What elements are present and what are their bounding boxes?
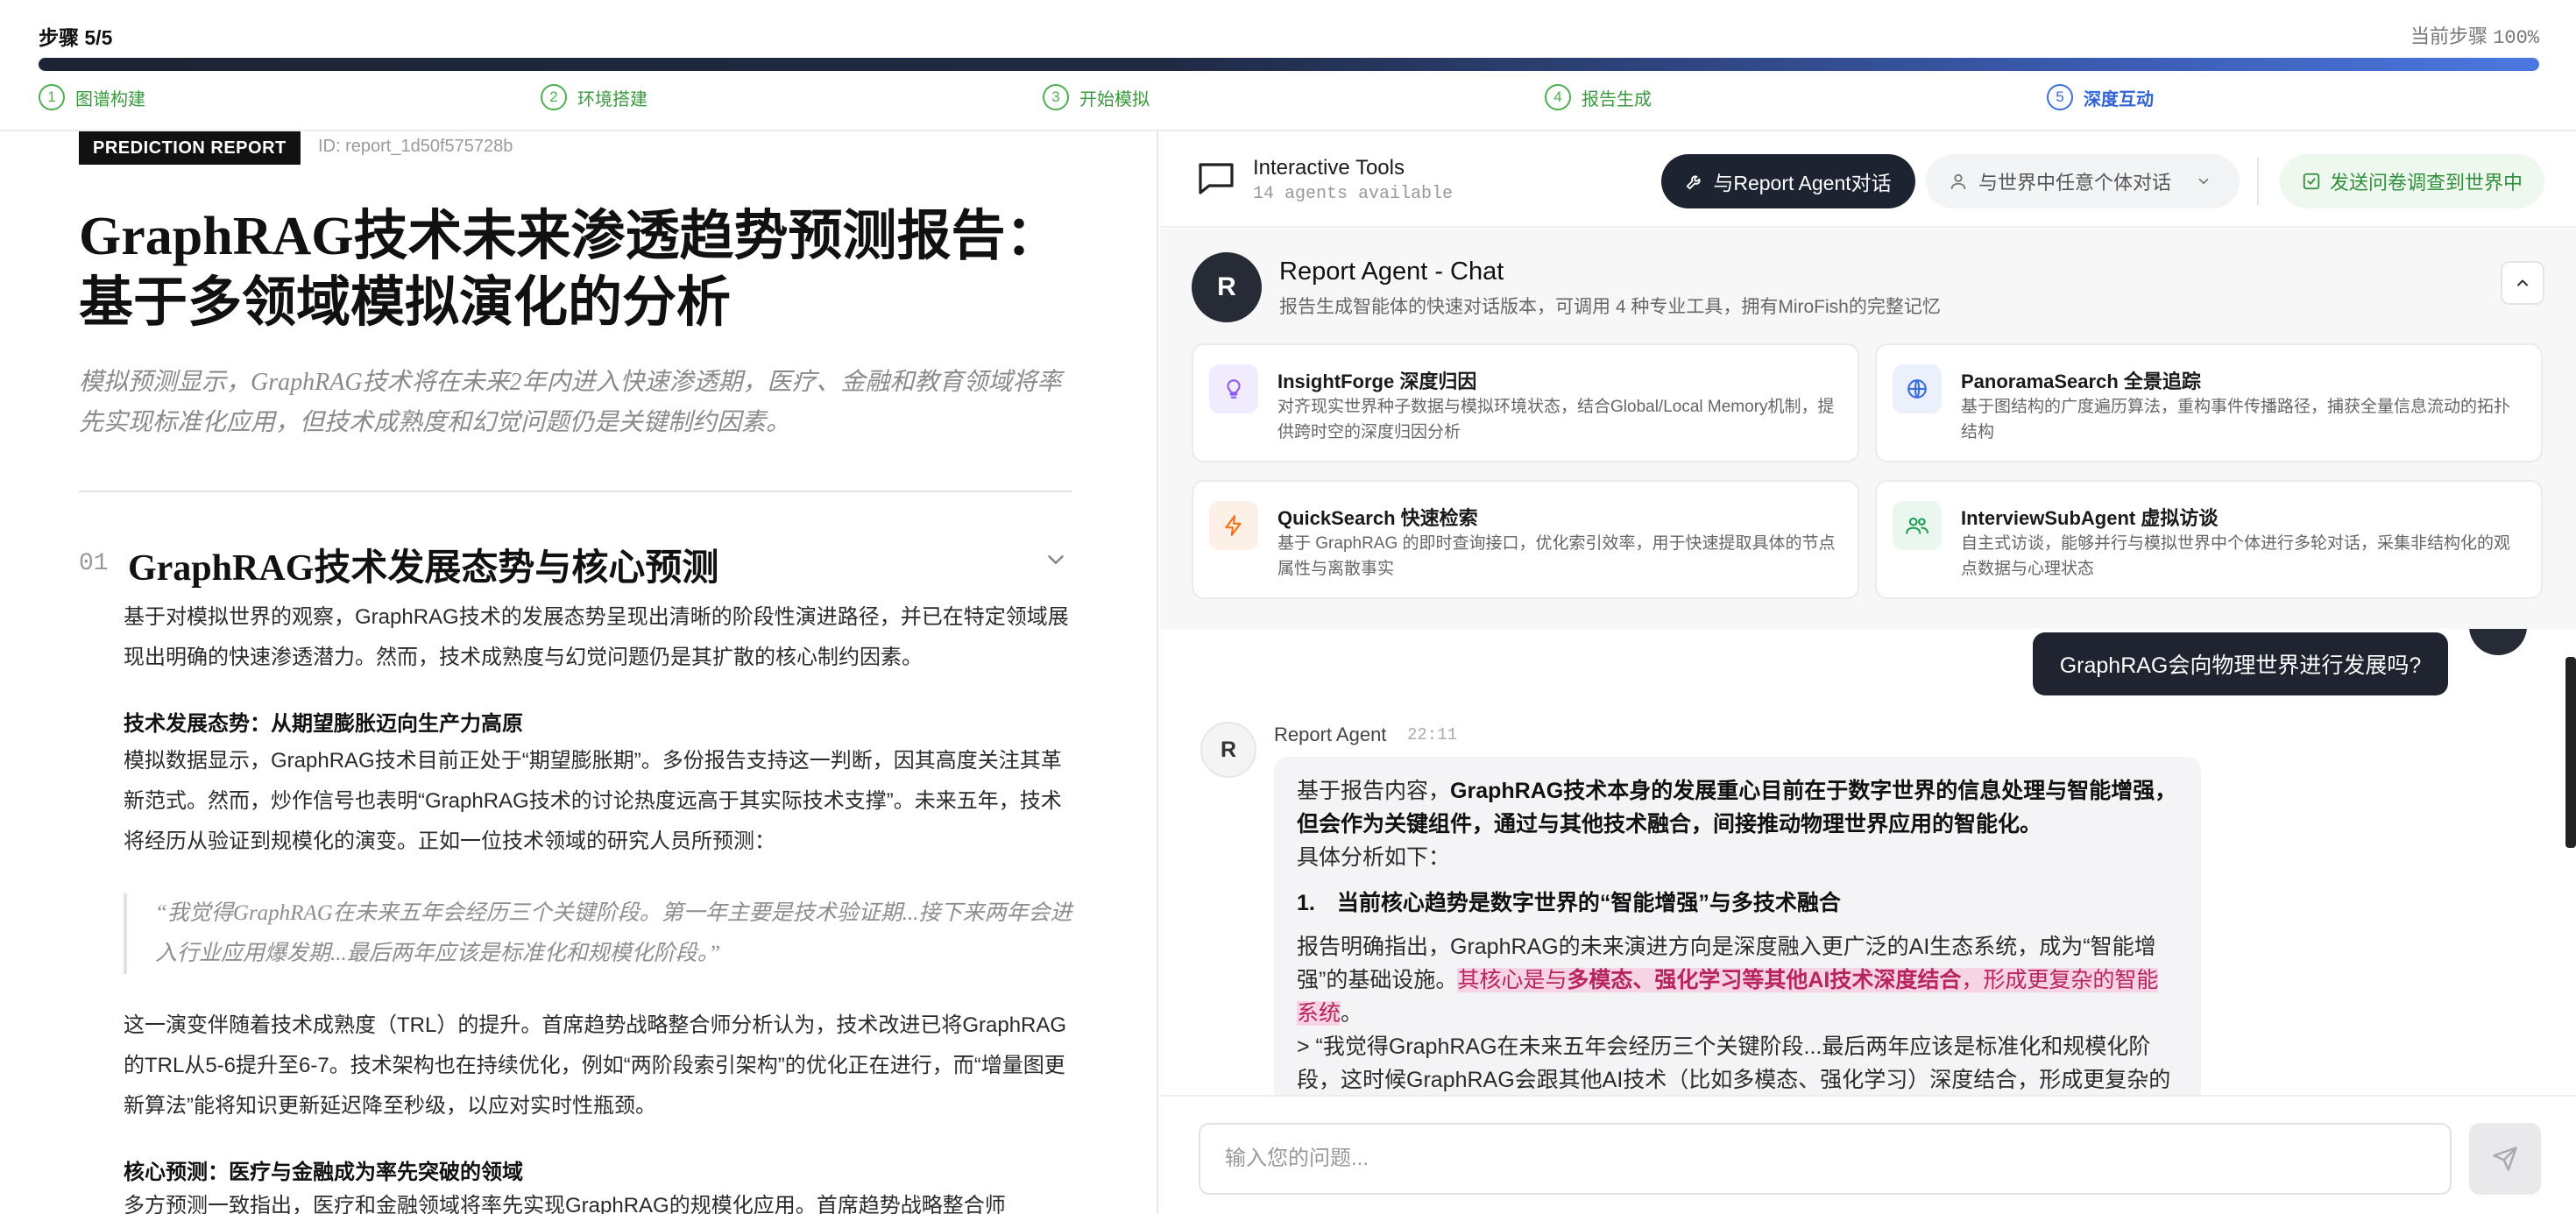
tool-description: 自主式访谈，能够并行与模拟世界中个体进行多轮对话，采集非结构化的观点数据与心理状… [1961, 534, 2511, 578]
lightning-icon [1209, 501, 1258, 550]
step-counter: 步骤 5/5 [39, 26, 113, 49]
step-list: 1 图谱构建 2 环境搭建 3 开始模拟 4 报告生成 5 深度互动 [39, 84, 2539, 114]
tool-card-panoramasearch[interactable]: PanoramaSearch 全景追踪 基于图结构的广度遍历算法，重构事件传播路… [1875, 343, 2543, 462]
subheading: 技术发展态势：从期望膨胀迈向生产力高原 [124, 712, 523, 736]
step-label: 报告生成 [1582, 89, 1652, 109]
section-intro: 基于对模拟世界的观察，GraphRAG技术的发展态势呈现出清晰的阶段性演进路径，… [124, 605, 1069, 669]
tool-name: InterviewSubAgent 虚拟访谈 [1961, 507, 2219, 529]
step-label: 环境搭建 [577, 89, 648, 109]
checkbox-icon [2303, 173, 2320, 190]
section-title: GraphRAG技术发展态势与核心预测 [128, 548, 719, 589]
report-title: GraphRAG技术未来渗透趋势预测报告：基于多领域模拟演化的分析 [79, 207, 1060, 333]
section-number: 01 [79, 550, 109, 577]
chat-report-agent-button[interactable]: 与Report Agent对话 [1661, 154, 1915, 208]
collapse-button[interactable] [2501, 261, 2544, 305]
response-text: 基于报告内容， [1297, 779, 1451, 803]
button-label: 与Report Agent对话 [1713, 172, 1892, 194]
user-message: GraphRAG会向物理世界进行发展吗? [2033, 632, 2448, 695]
chevron-down-icon[interactable] [1043, 547, 1069, 573]
subheading: 核心预测：医疗与金融成为率先突破的领域 [124, 1161, 523, 1184]
current-step-percent: 100% [2493, 27, 2539, 49]
report-id: ID: report_1d50f575728b [318, 137, 513, 156]
message-timestamp: 22:11 [1407, 725, 1458, 745]
current-step-indicator: 当前步骤 100% [2410, 21, 2539, 49]
user-icon [1950, 173, 1966, 190]
lightbulb-icon [1209, 364, 1258, 413]
step-header: 步骤 5/5 当前步骤 100% 1 图谱构建 2 环境搭建 3 开始模拟 4 … [0, 0, 2576, 131]
step-1[interactable]: 1 图谱构建 [39, 84, 145, 110]
agent-name: Report Agent - Chat [1279, 258, 1504, 286]
chevron-up-icon [2517, 279, 2528, 286]
tools-toolbar: Interactive Tools 14 agents available 与R… [1160, 131, 2576, 228]
users-icon [1893, 501, 1942, 550]
chat-messages[interactable]: GraphRAG会向物理世界进行发展吗? R Report Agent 22:1… [1160, 629, 2576, 1095]
progress-bar [39, 58, 2539, 71]
agents-count: 14 agents available [1253, 184, 1454, 204]
agent-info-panel: R Report Agent - Chat 报告生成智能体的快速对话版本，可调用… [1160, 229, 2576, 629]
response-text: 。 [1341, 1001, 1363, 1026]
step-number: 2 [541, 84, 567, 110]
paragraph: 多方预测一致指出，医疗和金融领域将率先实现GraphRAG的规模化应用。首席趋势… [124, 1194, 1006, 1214]
step-2[interactable]: 2 环境搭建 [541, 84, 648, 110]
tools-title: Interactive Tools [1253, 156, 1405, 180]
chat-world-individual-dropdown[interactable]: 与世界中任意个体对话 [1926, 154, 2240, 208]
response-heading: 1. 当前核心趋势是数字世界的“智能增强”与多技术融合 [1297, 891, 1841, 915]
report-panel[interactable]: PREDICTION REPORT ID: report_1d50f575728… [0, 131, 1158, 1214]
report-summary: 模拟预测显示，GraphRAG技术将在未来2年内进入快速渗透期，医疗、金融和教育… [79, 369, 1062, 436]
tool-description: 基于图结构的广度遍历算法，重构事件传播路径，捕获全量信息流动的拓扑结构 [1961, 398, 2511, 441]
step-4[interactable]: 4 报告生成 [1545, 84, 1652, 110]
chat-bubble-icon [1199, 163, 1234, 194]
paragraph: 模拟数据显示，GraphRAG技术目前正处于“期望膨胀期”。多份报告支持这一判断… [124, 749, 1062, 853]
avatar: R [1192, 252, 1262, 322]
send-button[interactable] [2469, 1123, 2541, 1195]
tool-card-interviewsubagent[interactable]: InterviewSubAgent 虚拟访谈 自主式访谈，能够并行与模拟世界中个… [1875, 480, 2543, 599]
highlight-bold: 多模态、强化学习等其他AI技术深度结合 [1567, 968, 1962, 992]
send-survey-button[interactable]: 发送问卷调查到世界中 [2280, 154, 2544, 208]
avatar [2469, 629, 2527, 655]
response-text: 具体分析如下： [1297, 845, 1451, 870]
section-header[interactable]: 01 GraphRAG技术发展态势与核心预测 [79, 534, 1072, 589]
sender-name: Report Agent [1274, 723, 1387, 745]
response-intro: 基于报告内容，GraphRAG技术本身的发展重心目前在于数字世界的信息处理与智能… [1297, 774, 2178, 841]
paragraph: 这一演变伴随着技术成熟度（TRL）的提升。首席趋势战略整合师分析认为，技术改进已… [124, 1013, 1067, 1118]
globe-icon [1893, 364, 1942, 413]
step-5[interactable]: 5 深度互动 [2047, 84, 2154, 110]
current-step-label: 当前步骤 [2410, 25, 2488, 47]
tool-card-insightforge[interactable]: InsightForge 深度归因 对齐现实世界种子数据与模拟环境状态，结合Gl… [1192, 343, 1859, 462]
tool-description: 对齐现实世界种子数据与模拟环境状态，结合Global/Local Memory机… [1277, 398, 1835, 441]
blockquote: “我觉得GraphRAG在未来五年会经历三个关键阶段。第一年主要是技术验证期..… [124, 893, 1073, 974]
step-number: 1 [39, 84, 65, 110]
tool-description: 基于 GraphRAG 的即时查询接口，优化索引效率，用于快速提取具体的节点属性… [1277, 534, 1836, 578]
agent-response: 基于报告内容，GraphRAG技术本身的发展重心目前在于数字世界的信息处理与智能… [1274, 757, 2201, 1095]
response-quote: > “我觉得GraphRAG在未来五年会经历三个关键阶段...最后两年应该是标准… [1297, 1034, 2171, 1092]
tool-name: PanoramaSearch 全景追踪 [1961, 371, 2201, 392]
button-label: 发送问卷调查到世界中 [2329, 172, 2523, 194]
step-label: 深度互动 [2084, 89, 2154, 109]
step-number: 4 [1545, 84, 1571, 110]
agent-description: 报告生成智能体的快速对话版本，可调用 4 种专业工具，拥有MiroFish的完整… [1279, 297, 1941, 317]
chat-input-bar [1160, 1095, 2576, 1214]
response-paragraph: 报告明确指出，GraphRAG的未来演进方向是深度融入更广泛的AI生态系统，成为… [1297, 930, 2178, 1030]
step-label: 图谱构建 [75, 89, 145, 109]
tool-name: InsightForge 深度归因 [1277, 371, 1477, 392]
divider [79, 491, 1072, 492]
highlight-part: 其核心是与 [1457, 968, 1568, 992]
step-3[interactable]: 3 开始模拟 [1043, 84, 1150, 110]
wrench-icon [1687, 175, 1701, 190]
report-type-badge: PREDICTION REPORT [79, 131, 301, 165]
avatar: R [1200, 722, 1256, 778]
chevron-down-icon [2198, 178, 2209, 185]
step-number: 5 [2047, 84, 2073, 110]
scrollbar[interactable] [2565, 657, 2576, 848]
tool-card-quicksearch[interactable]: QuickSearch 快速检索 基于 GraphRAG 的即时查询接口，优化索… [1192, 480, 1859, 599]
question-input[interactable] [1199, 1123, 2452, 1195]
interaction-panel: Interactive Tools 14 agents available 与R… [1160, 131, 2576, 1214]
step-label: 开始模拟 [1079, 89, 1150, 109]
step-number: 3 [1043, 84, 1069, 110]
tool-name: QuickSearch 快速检索 [1277, 507, 1478, 529]
toolbar-separator [2257, 158, 2259, 205]
button-label: 与世界中任意个体对话 [1978, 172, 2172, 194]
send-icon [2493, 1147, 2517, 1171]
